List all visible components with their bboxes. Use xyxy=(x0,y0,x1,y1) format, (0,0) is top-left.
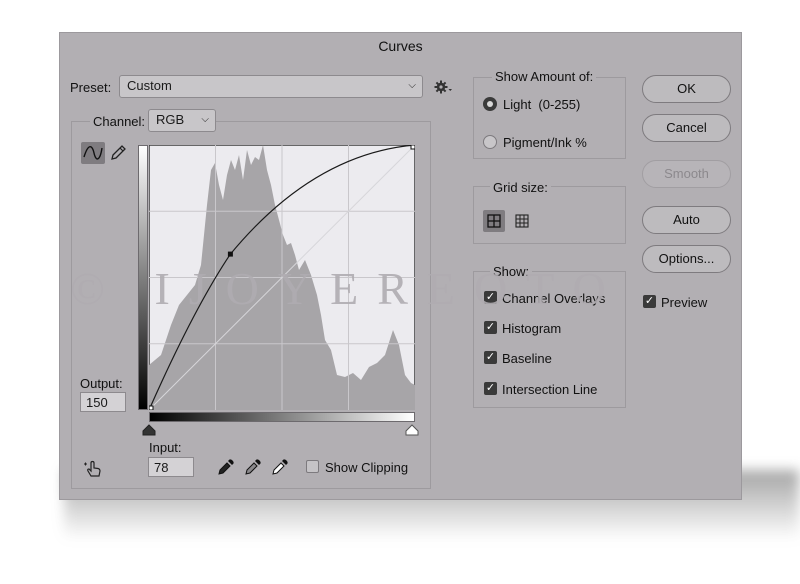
auto-button[interactable]: Auto xyxy=(642,206,731,234)
dialog-title: Curves xyxy=(378,38,423,54)
preset-label: Preset: xyxy=(70,80,112,95)
show-clipping-checkbox[interactable] xyxy=(306,460,319,473)
preview-label: Preview xyxy=(661,295,708,310)
baseline-checkbox[interactable]: ✓ xyxy=(484,351,497,364)
white-eyedropper-icon[interactable] xyxy=(270,457,290,477)
intersection-line-checkbox[interactable]: ✓ xyxy=(484,382,497,395)
pencil-icon[interactable] xyxy=(108,143,128,163)
preview-checkbox[interactable]: ✓ xyxy=(643,295,656,308)
output-label: Output: xyxy=(80,376,123,391)
curve-endpoint-black[interactable] xyxy=(149,405,154,410)
gray-eyedropper-icon[interactable] xyxy=(243,457,263,477)
light-radio-label: Light (0-255) xyxy=(503,97,581,112)
chevron-down-icon: ⌵ xyxy=(408,80,416,91)
hand-adjust-icon[interactable] xyxy=(82,458,106,480)
histogram-label: Histogram xyxy=(502,321,562,336)
input-label: Input: xyxy=(149,440,182,455)
light-radio[interactable] xyxy=(483,97,497,111)
show-amount-title: Show Amount of: xyxy=(492,69,597,84)
preset-value: Custom xyxy=(127,78,172,93)
input-field[interactable]: 78 xyxy=(148,457,194,477)
black-eyedropper-icon[interactable] xyxy=(216,457,236,477)
copyright-watermark: © IJOYEREOTO xyxy=(70,263,625,314)
curve-tool-icon[interactable] xyxy=(81,142,105,164)
pigment-radio-label: Pigment/Ink % xyxy=(503,135,587,150)
preset-dropdown[interactable]: Custom ⌵ xyxy=(119,75,423,98)
grid-size-title: Grid size: xyxy=(490,180,551,195)
intersection-line-label: Intersection Line xyxy=(502,382,598,397)
pigment-radio[interactable] xyxy=(483,135,497,149)
baseline-label: Baseline xyxy=(502,351,552,366)
black-point-slider[interactable] xyxy=(142,424,156,436)
histogram-checkbox[interactable]: ✓ xyxy=(484,321,497,334)
ok-button[interactable]: OK xyxy=(642,75,731,103)
show-clipping-label: Show Clipping xyxy=(325,460,409,475)
fine-grid-button[interactable] xyxy=(511,210,533,232)
smooth-button[interactable]: Smooth xyxy=(642,160,731,188)
gear-icon[interactable] xyxy=(433,78,453,96)
channel-label: Channel: xyxy=(90,114,149,129)
channel-dropdown[interactable]: RGB ⌵ xyxy=(148,109,216,132)
options-button[interactable]: Options... xyxy=(642,245,731,273)
white-point-slider[interactable] xyxy=(405,424,419,436)
channel-value: RGB xyxy=(156,112,185,127)
cancel-button[interactable]: Cancel xyxy=(642,114,731,142)
coarse-grid-button[interactable] xyxy=(483,210,505,232)
output-field[interactable]: 150 xyxy=(80,392,126,412)
curve-endpoint-white[interactable] xyxy=(410,145,415,150)
input-gradient-bar xyxy=(149,412,415,422)
curve-control-point[interactable] xyxy=(227,251,233,257)
chevron-down-icon: ⌵ xyxy=(201,114,209,125)
